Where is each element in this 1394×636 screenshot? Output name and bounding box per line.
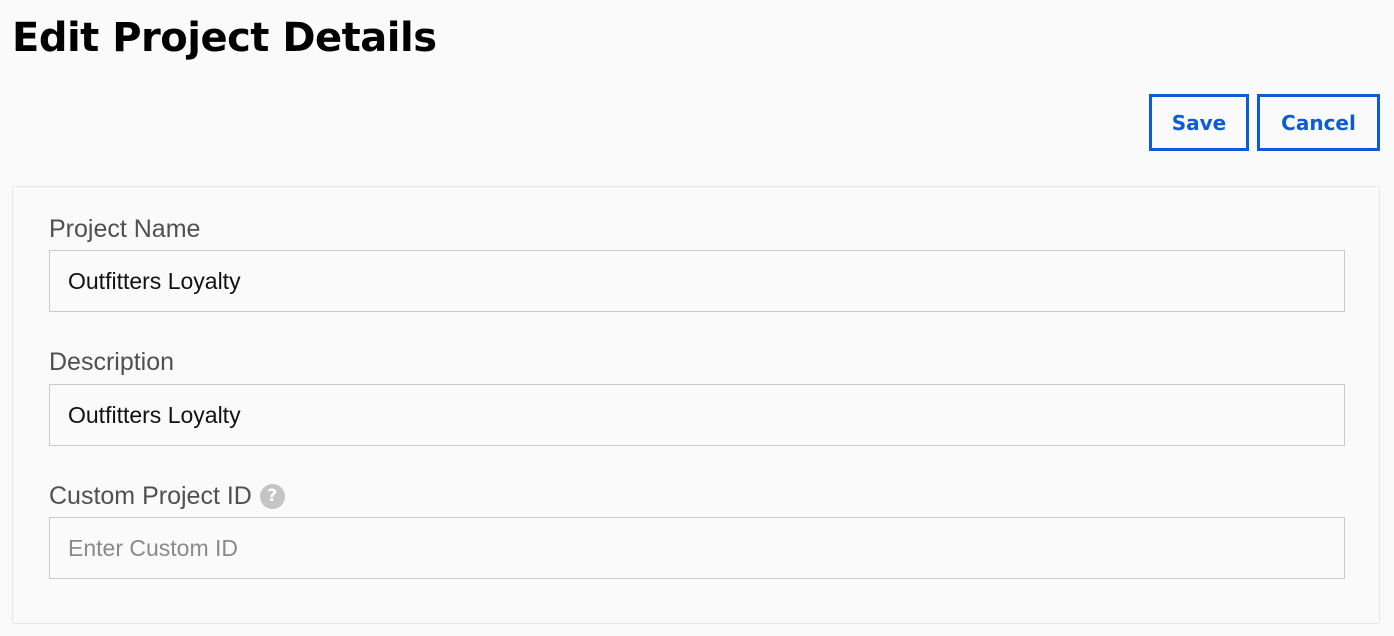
project-name-input[interactable] xyxy=(49,250,1345,312)
custom-id-label-text: Custom Project ID xyxy=(49,482,252,510)
custom-id-label: Custom Project ID ? xyxy=(49,481,285,511)
help-icon[interactable]: ? xyxy=(259,483,285,509)
custom-id-input[interactable] xyxy=(49,517,1345,579)
header-actions: Save Cancel xyxy=(1149,94,1380,151)
cancel-button[interactable]: Cancel xyxy=(1257,94,1380,151)
page-title: Edit Project Details xyxy=(12,15,437,61)
project-name-label: Project Name xyxy=(49,214,200,244)
save-button[interactable]: Save xyxy=(1149,94,1249,151)
description-label: Description xyxy=(49,347,174,377)
project-name-label-text: Project Name xyxy=(49,215,201,243)
project-details-form: Project Name Description Custom Project … xyxy=(12,186,1380,624)
description-input[interactable] xyxy=(49,384,1345,446)
description-label-text: Description xyxy=(49,348,175,376)
